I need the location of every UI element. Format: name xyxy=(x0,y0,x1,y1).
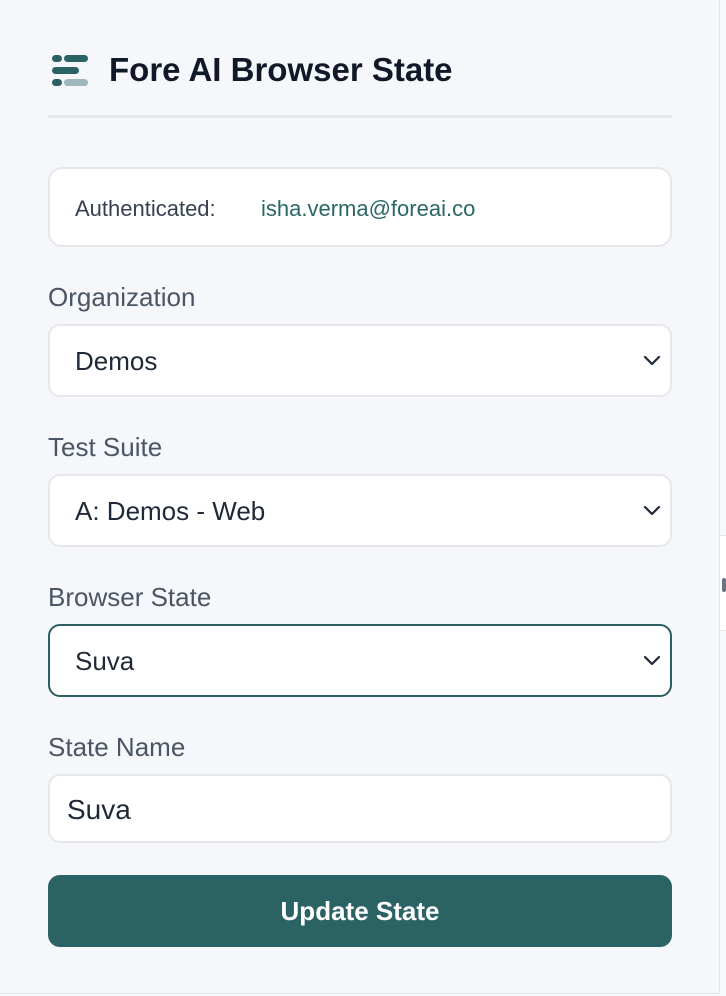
authenticated-email: isha.verma@foreai.co xyxy=(261,196,476,221)
fore-ai-logo-icon xyxy=(52,55,88,86)
authentication-status: Authenticated: isha.verma@foreai.co xyxy=(48,167,672,247)
browser-state-select[interactable]: Suva xyxy=(48,624,672,697)
browser-state-selected-value: Suva xyxy=(75,646,135,676)
test-suite-label: Test Suite xyxy=(48,432,163,462)
organization-select[interactable]: Demos xyxy=(48,324,672,397)
chevron-down-icon xyxy=(643,655,661,666)
test-suite-select[interactable]: A: Demos - Web xyxy=(48,474,672,547)
state-name-value: Suva xyxy=(67,794,131,825)
browser-state-panel: Fore AI Browser State Authenticated: ish… xyxy=(0,0,720,994)
authenticated-label: Authenticated: xyxy=(75,196,216,221)
update-state-button-label: Update State xyxy=(280,896,440,926)
chevron-down-icon xyxy=(643,355,661,366)
update-state-button[interactable]: Update State xyxy=(48,875,672,947)
page-title: Fore AI Browser State xyxy=(109,51,453,88)
test-suite-selected-value: A: Demos - Web xyxy=(75,496,266,526)
chevron-down-icon xyxy=(643,505,661,516)
panel-header: Fore AI Browser State xyxy=(48,42,672,118)
browser-state-label: Browser State xyxy=(48,582,212,612)
adjacent-panel-mark xyxy=(722,578,726,592)
organization-selected-value: Demos xyxy=(75,346,158,376)
state-name-label: State Name xyxy=(48,732,186,762)
state-name-input[interactable]: Suva xyxy=(48,774,672,843)
adjacent-panel-edge xyxy=(720,535,726,631)
organization-label: Organization xyxy=(48,282,196,312)
